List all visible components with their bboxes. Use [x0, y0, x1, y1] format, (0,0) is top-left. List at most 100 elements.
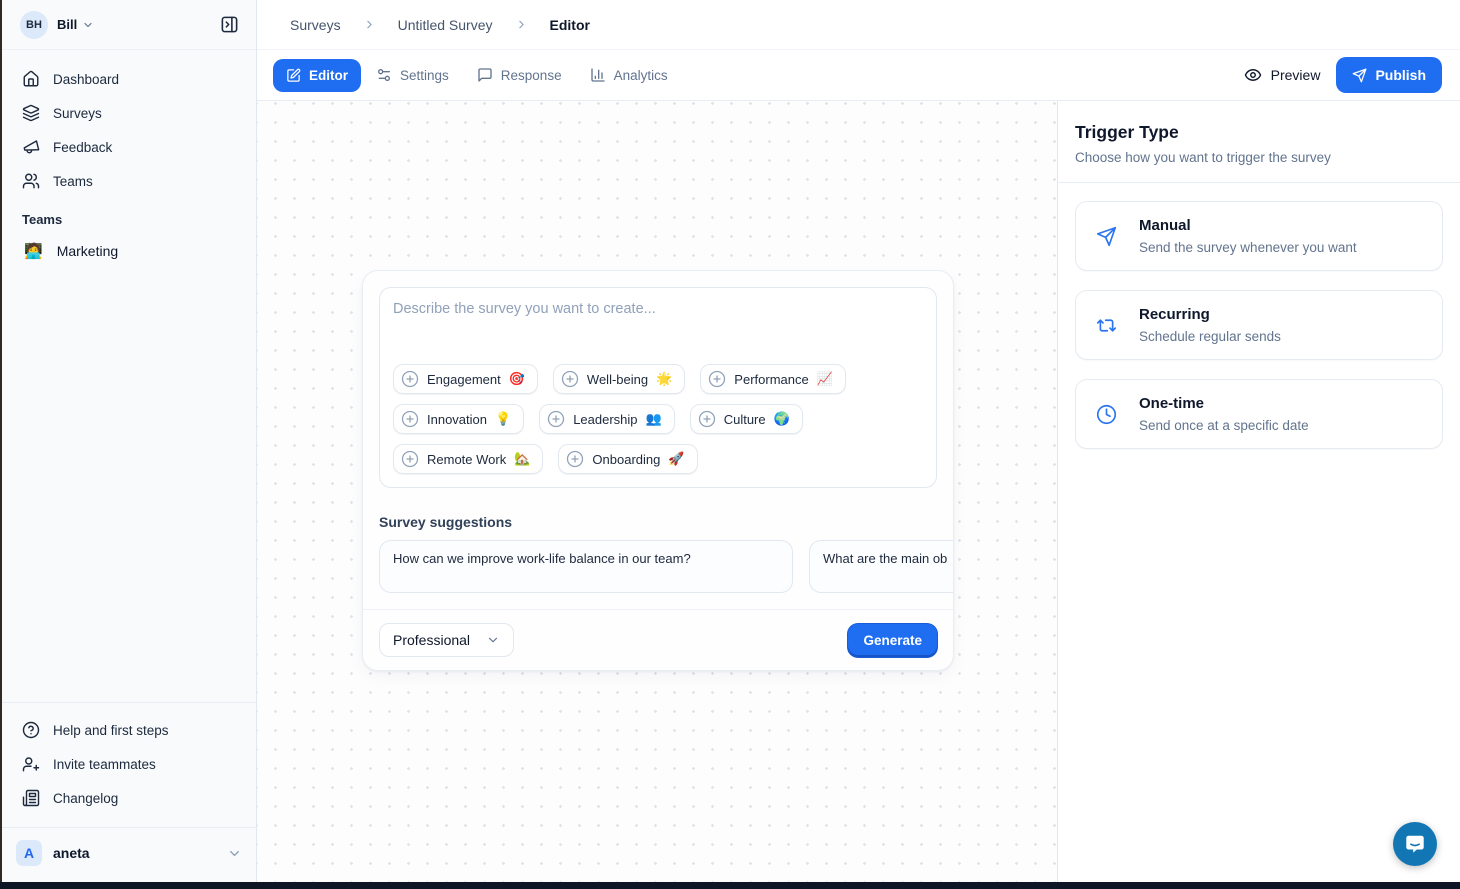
generate-button[interactable]: Generate [848, 624, 937, 657]
tab-response[interactable]: Response [464, 58, 575, 92]
panel-title: Trigger Type [1075, 122, 1443, 143]
chip-culture[interactable]: Culture 🌍 [690, 404, 803, 434]
settings-sliders-icon [376, 67, 392, 83]
editor-canvas[interactable]: Engagement 🎯 Well-being 🌟 Performance [257, 101, 1058, 882]
sidebar-item-teams[interactable]: Teams [12, 164, 246, 198]
suggestion-card[interactable]: How can we improve work-life balance in … [379, 540, 793, 593]
chat-launcher-button[interactable] [1393, 822, 1437, 866]
users-icon [22, 172, 40, 190]
layers-icon [22, 104, 40, 122]
workspace-name[interactable]: Bill [57, 17, 77, 32]
breadcrumb-surveys[interactable]: Surveys [290, 17, 341, 33]
survey-prompt-input[interactable] [393, 301, 923, 364]
plus-circle-icon [566, 450, 584, 468]
message-square-icon [477, 67, 493, 83]
suggestion-card[interactable]: What are the main ob [809, 540, 954, 593]
plus-circle-icon [401, 450, 419, 468]
tab-label: Analytics [614, 68, 668, 83]
sidebar-item-surveys[interactable]: Surveys [12, 96, 246, 130]
sidebar-item-dashboard[interactable]: Dashboard [12, 62, 246, 96]
publish-button[interactable]: Publish [1336, 57, 1442, 93]
chip-label: Leadership [573, 412, 637, 427]
sidebar-item-feedback[interactable]: Feedback [12, 130, 246, 164]
chip-label: Engagement [427, 372, 501, 387]
trigger-option-one-time[interactable]: One-time Send once at a specific date [1075, 379, 1443, 449]
sidebar-item-label: Help and first steps [53, 723, 169, 738]
send-icon [1096, 226, 1117, 247]
account-menu[interactable]: A aneta [2, 827, 256, 882]
suggestions-title: Survey suggestions [379, 514, 937, 530]
plus-circle-icon [547, 410, 565, 428]
tone-select[interactable]: Professional [379, 623, 514, 657]
chip-well-being[interactable]: Well-being 🌟 [553, 364, 685, 394]
sidebar-item-changelog[interactable]: Changelog [12, 781, 246, 815]
publish-label: Publish [1375, 67, 1426, 83]
chip-label: Onboarding [592, 452, 660, 467]
panel-subtitle: Choose how you want to trigger the surve… [1075, 150, 1443, 165]
chat-bubble-icon [1404, 833, 1426, 855]
option-description: Schedule regular sends [1139, 329, 1281, 344]
chevron-down-icon [227, 846, 242, 861]
sidebar-item-marketing-team[interactable]: 🧑‍💻 Marketing [12, 235, 246, 267]
help-circle-icon [22, 721, 40, 739]
megaphone-icon [22, 138, 40, 156]
trigger-option-recurring[interactable]: Recurring Schedule regular sends [1075, 290, 1443, 360]
sidebar-item-help[interactable]: Help and first steps [12, 713, 246, 747]
tab-label: Settings [400, 68, 449, 83]
tab-editor[interactable]: Editor [273, 59, 361, 92]
option-description: Send the survey whenever you want [1139, 240, 1357, 255]
option-title: Manual [1139, 217, 1357, 234]
tone-selected-value: Professional [393, 632, 470, 648]
chip-label: Culture [724, 412, 766, 427]
workspace-avatar[interactable]: BH [20, 11, 48, 39]
square-pen-icon [286, 68, 301, 83]
chip-emoji: 🚀 [668, 451, 684, 467]
chip-emoji: 🎯 [509, 371, 525, 387]
sidebar-item-label: Dashboard [53, 72, 119, 87]
chip-remote-work[interactable]: Remote Work 🏡 [393, 444, 543, 474]
team-label: Marketing [57, 243, 118, 259]
chip-emoji: 🌟 [656, 371, 672, 387]
chip-innovation[interactable]: Innovation 💡 [393, 404, 524, 434]
toolbar: Editor Settings Response Analytics [257, 50, 1460, 101]
survey-suggestions: Survey suggestions How can we improve wo… [363, 504, 953, 593]
sidebar-item-invite[interactable]: Invite teammates [12, 747, 246, 781]
plus-circle-icon [561, 370, 579, 388]
chip-label: Innovation [427, 412, 487, 427]
plus-circle-icon [401, 370, 419, 388]
chip-emoji: 📈 [817, 371, 833, 387]
chip-onboarding[interactable]: Onboarding 🚀 [558, 444, 697, 474]
sidebar-nav: Dashboard Surveys Feedback Teams [2, 50, 256, 267]
option-title: Recurring [1139, 306, 1281, 323]
trigger-options: Manual Send the survey whenever you want… [1058, 183, 1460, 467]
tab-settings[interactable]: Settings [363, 58, 462, 92]
account-name: aneta [53, 845, 90, 861]
chip-engagement[interactable]: Engagement 🎯 [393, 364, 538, 394]
chip-emoji: 👥 [646, 411, 662, 427]
trigger-option-manual[interactable]: Manual Send the survey whenever you want [1075, 201, 1443, 271]
chip-label: Remote Work [427, 452, 506, 467]
option-title: One-time [1139, 395, 1309, 412]
sidebar-collapse-button[interactable] [214, 10, 244, 40]
chip-leadership[interactable]: Leadership 👥 [539, 404, 675, 434]
chip-label: Performance [734, 372, 808, 387]
sidebar-section-teams-label: Teams [12, 198, 246, 235]
breadcrumb: Surveys Untitled Survey Editor [257, 0, 1460, 50]
chip-emoji: 🌍 [774, 411, 790, 427]
breadcrumb-untitled-survey[interactable]: Untitled Survey [398, 17, 493, 33]
chip-performance[interactable]: Performance 📈 [700, 364, 846, 394]
sidebar-item-label: Teams [53, 174, 93, 189]
app-window: BH Bill Dashboard [0, 0, 1460, 882]
tab-label: Response [501, 68, 562, 83]
eye-icon [1244, 66, 1262, 84]
preview-button[interactable]: Preview [1244, 66, 1321, 84]
trigger-type-panel: Trigger Type Choose how you want to trig… [1058, 101, 1460, 882]
account-avatar: A [16, 840, 42, 866]
send-icon [1352, 68, 1367, 83]
tab-analytics[interactable]: Analytics [577, 58, 681, 92]
topic-chips: Engagement 🎯 Well-being 🌟 Performance [393, 364, 923, 474]
chevron-down-icon [82, 19, 94, 31]
sidebar-item-label: Changelog [53, 791, 118, 806]
panel-toggle-icon [220, 15, 239, 34]
sidebar-footer: Help and first steps Invite teammates Ch… [2, 702, 256, 819]
